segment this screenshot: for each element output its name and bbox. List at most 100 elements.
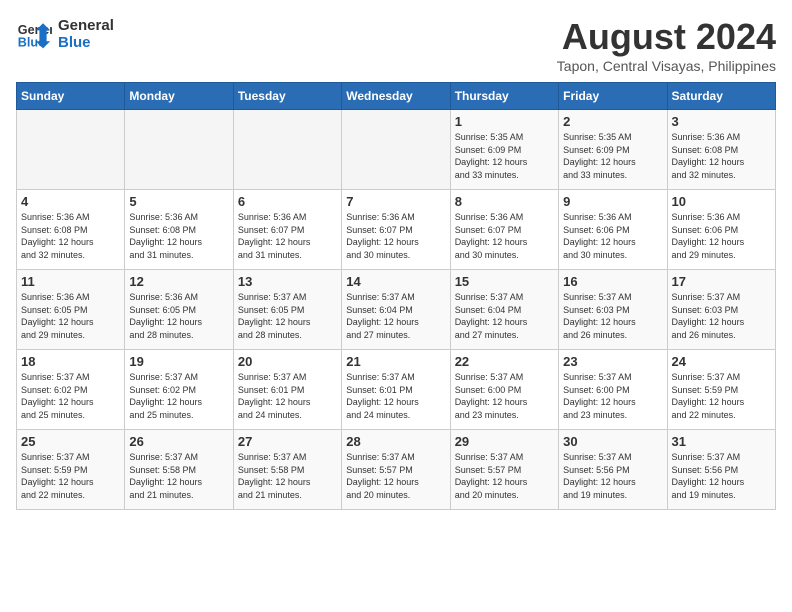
calendar-cell: 19Sunrise: 5:37 AM Sunset: 6:02 PM Dayli… bbox=[125, 350, 233, 430]
calendar-cell: 9Sunrise: 5:36 AM Sunset: 6:06 PM Daylig… bbox=[559, 190, 667, 270]
day-info: Sunrise: 5:37 AM Sunset: 6:03 PM Dayligh… bbox=[672, 291, 771, 341]
calendar-cell: 16 Sunrise: 5:37 AM Sunset: 6:03 PM Dayli… bbox=[559, 270, 667, 350]
day-info: Sunrise: 5:37 AM Sunset: 6:03 PM Dayligh… bbox=[563, 291, 662, 341]
calendar-cell: 3Sunrise: 5:36 AM Sunset: 6:08 PM Daylig… bbox=[667, 110, 775, 190]
logo-blue-text: Blue bbox=[58, 34, 114, 51]
day-info: Sunrise: 5:37 AM Sunset: 6:04 PM Dayligh… bbox=[346, 291, 445, 341]
calendar-cell: 23 Sunrise: 5:37 AM Sunset: 6:00 PM Dayli… bbox=[559, 350, 667, 430]
day-number: 21 bbox=[346, 354, 445, 369]
day-number: 26 bbox=[129, 434, 228, 449]
day-number: 4 bbox=[21, 194, 120, 209]
day-number: 16 bbox=[563, 274, 662, 289]
calendar-cell: 5 Sunrise: 5:36 AM Sunset: 6:08 PM Daylig… bbox=[125, 190, 233, 270]
calendar-cell bbox=[17, 110, 125, 190]
calendar-cell: 7Sunrise: 5:36 AM Sunset: 6:07 PM Daylig… bbox=[342, 190, 450, 270]
day-number: 6 bbox=[238, 194, 337, 209]
day-number: 14 bbox=[346, 274, 445, 289]
day-info: Sunrise: 5:37 AM Sunset: 5:58 PM Dayligh… bbox=[129, 451, 228, 501]
calendar-week-row: 4 Sunrise: 5:36 AM Sunset: 6:08 PM Daylig… bbox=[17, 190, 776, 270]
day-info: Sunrise: 5:37 AM Sunset: 5:58 PM Dayligh… bbox=[238, 451, 337, 501]
day-info: Sunrise: 5:37 AM Sunset: 6:05 PM Dayligh… bbox=[238, 291, 337, 341]
calendar-cell: 27 Sunrise: 5:37 AM Sunset: 5:58 PM Dayli… bbox=[233, 430, 341, 510]
day-number: 19 bbox=[129, 354, 228, 369]
calendar-cell: 15Sunrise: 5:37 AM Sunset: 6:04 PM Dayli… bbox=[450, 270, 558, 350]
location-subtitle: Tapon, Central Visayas, Philippines bbox=[557, 58, 776, 74]
logo-icon: General Blue bbox=[16, 16, 52, 52]
day-number: 10 bbox=[672, 194, 771, 209]
day-number: 8 bbox=[455, 194, 554, 209]
calendar-cell: 20Sunrise: 5:37 AM Sunset: 6:01 PM Dayli… bbox=[233, 350, 341, 430]
calendar-cell: 11Sunrise: 5:36 AM Sunset: 6:05 PM Dayli… bbox=[17, 270, 125, 350]
calendar-cell: 30Sunrise: 5:37 AM Sunset: 5:56 PM Dayli… bbox=[559, 430, 667, 510]
day-number: 15 bbox=[455, 274, 554, 289]
calendar-cell bbox=[125, 110, 233, 190]
day-number: 12 bbox=[129, 274, 228, 289]
day-info: Sunrise: 5:35 AM Sunset: 6:09 PM Dayligh… bbox=[455, 131, 554, 181]
day-info: Sunrise: 5:37 AM Sunset: 6:02 PM Dayligh… bbox=[21, 371, 120, 421]
weekday-header-monday: Monday bbox=[125, 83, 233, 110]
day-number: 23 bbox=[563, 354, 662, 369]
calendar-cell: 1 Sunrise: 5:35 AM Sunset: 6:09 PM Daylig… bbox=[450, 110, 558, 190]
calendar-cell: 17 Sunrise: 5:37 AM Sunset: 6:03 PM Dayli… bbox=[667, 270, 775, 350]
calendar-cell: 4 Sunrise: 5:36 AM Sunset: 6:08 PM Daylig… bbox=[17, 190, 125, 270]
day-info: Sunrise: 5:36 AM Sunset: 6:08 PM Dayligh… bbox=[129, 211, 228, 261]
weekday-header-thursday: Thursday bbox=[450, 83, 558, 110]
day-info: Sunrise: 5:37 AM Sunset: 5:57 PM Dayligh… bbox=[455, 451, 554, 501]
calendar-cell: 13 Sunrise: 5:37 AM Sunset: 6:05 PM Dayli… bbox=[233, 270, 341, 350]
calendar-cell: 2Sunrise: 5:35 AM Sunset: 6:09 PM Daylig… bbox=[559, 110, 667, 190]
day-info: Sunrise: 5:36 AM Sunset: 6:06 PM Dayligh… bbox=[563, 211, 662, 261]
month-year-title: August 2024 bbox=[557, 16, 776, 58]
calendar-cell: 18 Sunrise: 5:37 AM Sunset: 6:02 PM Dayli… bbox=[17, 350, 125, 430]
day-number: 29 bbox=[455, 434, 554, 449]
day-info: Sunrise: 5:36 AM Sunset: 6:05 PM Dayligh… bbox=[129, 291, 228, 341]
calendar-cell: 29 Sunrise: 5:37 AM Sunset: 5:57 PM Dayli… bbox=[450, 430, 558, 510]
day-info: Sunrise: 5:36 AM Sunset: 6:06 PM Dayligh… bbox=[672, 211, 771, 261]
calendar-week-row: 25Sunrise: 5:37 AM Sunset: 5:59 PM Dayli… bbox=[17, 430, 776, 510]
calendar-cell bbox=[233, 110, 341, 190]
page-header: General Blue General Blue August 2024 Ta… bbox=[16, 16, 776, 74]
day-info: Sunrise: 5:36 AM Sunset: 6:05 PM Dayligh… bbox=[21, 291, 120, 341]
calendar-cell bbox=[342, 110, 450, 190]
day-number: 5 bbox=[129, 194, 228, 209]
day-info: Sunrise: 5:36 AM Sunset: 6:07 PM Dayligh… bbox=[238, 211, 337, 261]
day-number: 25 bbox=[21, 434, 120, 449]
weekday-header-friday: Friday bbox=[559, 83, 667, 110]
weekday-header-sunday: Sunday bbox=[17, 83, 125, 110]
calendar-cell: 26 Sunrise: 5:37 AM Sunset: 5:58 PM Dayli… bbox=[125, 430, 233, 510]
weekday-header-tuesday: Tuesday bbox=[233, 83, 341, 110]
day-info: Sunrise: 5:37 AM Sunset: 6:00 PM Dayligh… bbox=[563, 371, 662, 421]
day-info: Sunrise: 5:37 AM Sunset: 5:56 PM Dayligh… bbox=[672, 451, 771, 501]
calendar-week-row: 1 Sunrise: 5:35 AM Sunset: 6:09 PM Daylig… bbox=[17, 110, 776, 190]
logo-general-text: General bbox=[58, 17, 114, 34]
calendar-week-row: 18 Sunrise: 5:37 AM Sunset: 6:02 PM Dayli… bbox=[17, 350, 776, 430]
day-number: 1 bbox=[455, 114, 554, 129]
calendar-cell: 28Sunrise: 5:37 AM Sunset: 5:57 PM Dayli… bbox=[342, 430, 450, 510]
day-number: 18 bbox=[21, 354, 120, 369]
calendar-cell: 25Sunrise: 5:37 AM Sunset: 5:59 PM Dayli… bbox=[17, 430, 125, 510]
day-info: Sunrise: 5:37 AM Sunset: 6:01 PM Dayligh… bbox=[346, 371, 445, 421]
day-info: Sunrise: 5:37 AM Sunset: 5:59 PM Dayligh… bbox=[672, 371, 771, 421]
day-number: 7 bbox=[346, 194, 445, 209]
day-number: 31 bbox=[672, 434, 771, 449]
calendar-table: SundayMondayTuesdayWednesdayThursdayFrid… bbox=[16, 82, 776, 510]
calendar-cell: 22Sunrise: 5:37 AM Sunset: 6:00 PM Dayli… bbox=[450, 350, 558, 430]
weekday-header-wednesday: Wednesday bbox=[342, 83, 450, 110]
day-number: 24 bbox=[672, 354, 771, 369]
day-number: 28 bbox=[346, 434, 445, 449]
weekday-header-row: SundayMondayTuesdayWednesdayThursdayFrid… bbox=[17, 83, 776, 110]
day-info: Sunrise: 5:36 AM Sunset: 6:07 PM Dayligh… bbox=[455, 211, 554, 261]
day-number: 2 bbox=[563, 114, 662, 129]
title-block: August 2024 Tapon, Central Visayas, Phil… bbox=[557, 16, 776, 74]
day-info: Sunrise: 5:36 AM Sunset: 6:08 PM Dayligh… bbox=[672, 131, 771, 181]
day-number: 20 bbox=[238, 354, 337, 369]
day-info: Sunrise: 5:36 AM Sunset: 6:08 PM Dayligh… bbox=[21, 211, 120, 261]
calendar-cell: 14 Sunrise: 5:37 AM Sunset: 6:04 PM Dayli… bbox=[342, 270, 450, 350]
day-number: 27 bbox=[238, 434, 337, 449]
day-info: Sunrise: 5:37 AM Sunset: 5:56 PM Dayligh… bbox=[563, 451, 662, 501]
day-number: 17 bbox=[672, 274, 771, 289]
day-number: 22 bbox=[455, 354, 554, 369]
calendar-cell: 10 Sunrise: 5:36 AM Sunset: 6:06 PM Dayli… bbox=[667, 190, 775, 270]
day-number: 13 bbox=[238, 274, 337, 289]
calendar-cell: 24 Sunrise: 5:37 AM Sunset: 5:59 PM Dayli… bbox=[667, 350, 775, 430]
calendar-cell: 31 Sunrise: 5:37 AM Sunset: 5:56 PM Dayli… bbox=[667, 430, 775, 510]
